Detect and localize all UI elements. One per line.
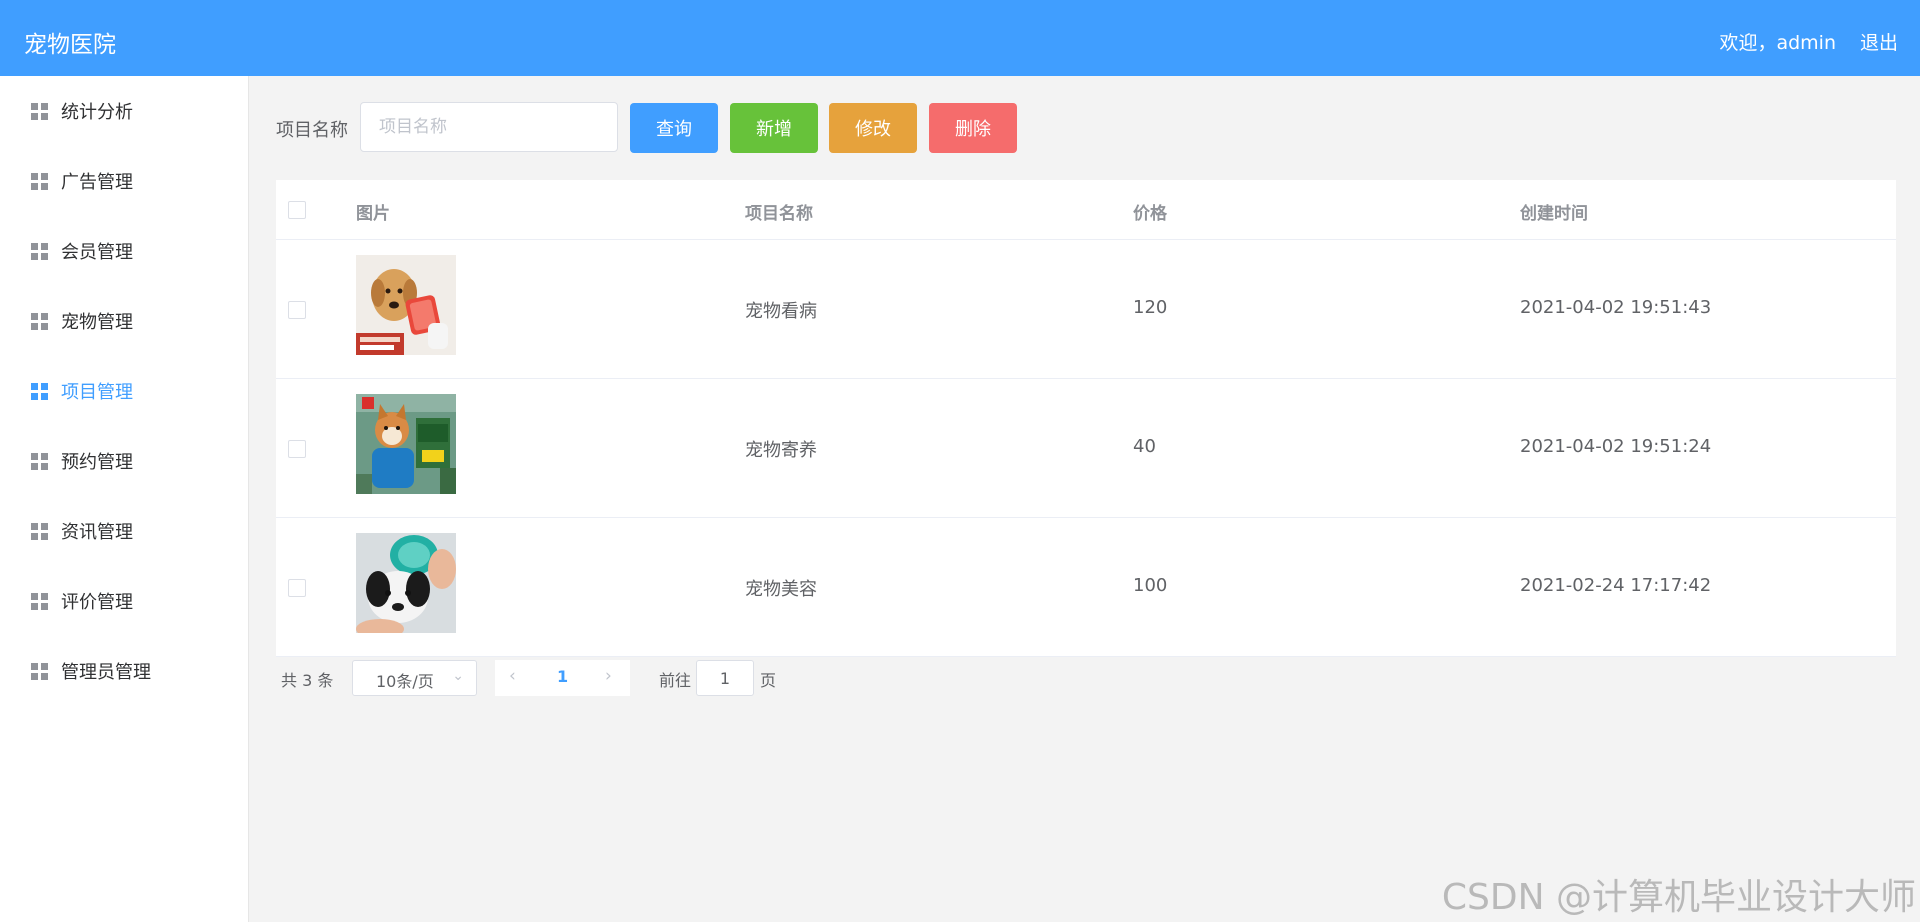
delete-button[interactable]: 删除	[929, 103, 1017, 153]
app-title: 宠物医院	[24, 32, 116, 58]
top-header: 宠物医院 欢迎，admin 退出	[0, 0, 1920, 76]
sidebar-item-label: 资讯管理	[61, 522, 133, 543]
project-image	[356, 394, 456, 494]
grid-icon	[31, 312, 48, 330]
grid-icon	[31, 592, 48, 610]
page-size-select[interactable]: 10条/页 ⌄	[352, 660, 477, 696]
page-navigator: ‹ 1 ›	[495, 660, 630, 696]
page-size-value: 10条/页	[376, 672, 434, 691]
price-cell: 100	[1133, 575, 1168, 596]
sidebar-item-label: 项目管理	[61, 382, 133, 403]
sidebar-item-admins[interactable]: 管理员管理	[0, 636, 248, 706]
project-name-cell: 宠物看病	[745, 301, 817, 322]
row-checkbox[interactable]	[288, 579, 306, 597]
sidebar-item-label: 宠物管理	[61, 312, 133, 333]
page-unit-label: 页	[760, 671, 777, 690]
grid-icon	[31, 382, 48, 400]
sidebar-item-appointments[interactable]: 预约管理	[0, 426, 248, 496]
grid-icon	[31, 172, 48, 190]
table-header: 图片 项目名称 价格 创建时间	[276, 180, 1896, 240]
sidebar-item-label: 会员管理	[61, 242, 133, 263]
price-cell: 120	[1133, 297, 1168, 318]
grid-icon	[31, 522, 48, 540]
sidebar-item-label: 统计分析	[61, 102, 133, 123]
chevron-down-icon: ⌄	[452, 668, 464, 684]
watermark: CSDN @计算机毕业设计大师	[1441, 877, 1916, 918]
logout-link[interactable]: 退出	[1860, 28, 1898, 55]
goto-label: 前往	[659, 671, 692, 690]
sidebar-item-label: 广告管理	[61, 172, 133, 193]
add-button[interactable]: 新增	[730, 103, 818, 153]
project-name-cell: 宠物美容	[745, 579, 817, 600]
table-row[interactable]: 宠物看病 120 2021-04-02 19:51:43	[276, 240, 1896, 379]
sidebar-item-reviews[interactable]: 评价管理	[0, 566, 248, 636]
goto-page-input[interactable]	[696, 660, 754, 696]
grid-icon	[31, 452, 48, 470]
sidebar-item-ads[interactable]: 广告管理	[0, 146, 248, 216]
sidebar-item-pets[interactable]: 宠物管理	[0, 286, 248, 356]
created-time-cell: 2021-04-02 19:51:24	[1520, 436, 1712, 457]
sidebar: 统计分析 广告管理 会员管理 宠物管理 项目管理 预约管理 资讯管理 评价管理 …	[0, 76, 249, 922]
row-checkbox[interactable]	[288, 301, 306, 319]
sidebar-item-news[interactable]: 资讯管理	[0, 496, 248, 566]
price-cell: 40	[1133, 436, 1156, 457]
next-page-icon[interactable]: ›	[605, 666, 612, 686]
sidebar-item-label: 评价管理	[61, 592, 133, 613]
table-row[interactable]: 宠物美容 100 2021-02-24 17:17:42	[276, 518, 1896, 657]
search-label: 项目名称	[276, 120, 348, 141]
sidebar-item-statistics[interactable]: 统计分析	[0, 76, 248, 146]
sidebar-item-label: 预约管理	[61, 452, 133, 473]
sidebar-item-projects[interactable]: 项目管理	[0, 356, 248, 426]
total-count: 共 3 条	[281, 671, 334, 690]
project-image	[356, 255, 456, 355]
created-time-cell: 2021-04-02 19:51:43	[1520, 297, 1712, 318]
column-header-price: 价格	[1133, 204, 1167, 224]
project-name-cell: 宠物寄养	[745, 440, 817, 461]
column-header-name: 项目名称	[745, 204, 813, 224]
column-header-created: 创建时间	[1520, 204, 1588, 224]
grid-icon	[31, 242, 48, 260]
sidebar-item-label: 管理员管理	[61, 662, 151, 683]
row-checkbox[interactable]	[288, 440, 306, 458]
sidebar-item-members[interactable]: 会员管理	[0, 216, 248, 286]
select-all-checkbox[interactable]	[288, 201, 306, 219]
grid-icon	[31, 102, 48, 120]
project-table: 图片 项目名称 价格 创建时间 宠物看病 120 2021-04-02 19:5…	[276, 180, 1896, 657]
project-image	[356, 533, 456, 633]
query-button[interactable]: 查询	[630, 103, 718, 153]
prev-page-icon[interactable]: ‹	[509, 666, 516, 686]
page-number-current[interactable]: 1	[557, 667, 568, 686]
created-time-cell: 2021-02-24 17:17:42	[1520, 575, 1712, 596]
table-row[interactable]: 宠物寄养 40 2021-04-02 19:51:24	[276, 379, 1896, 518]
edit-button[interactable]: 修改	[829, 103, 917, 153]
welcome-text: 欢迎，admin	[1719, 32, 1836, 54]
grid-icon	[31, 662, 48, 680]
project-name-search-input[interactable]	[360, 102, 618, 152]
column-header-image: 图片	[356, 204, 390, 224]
